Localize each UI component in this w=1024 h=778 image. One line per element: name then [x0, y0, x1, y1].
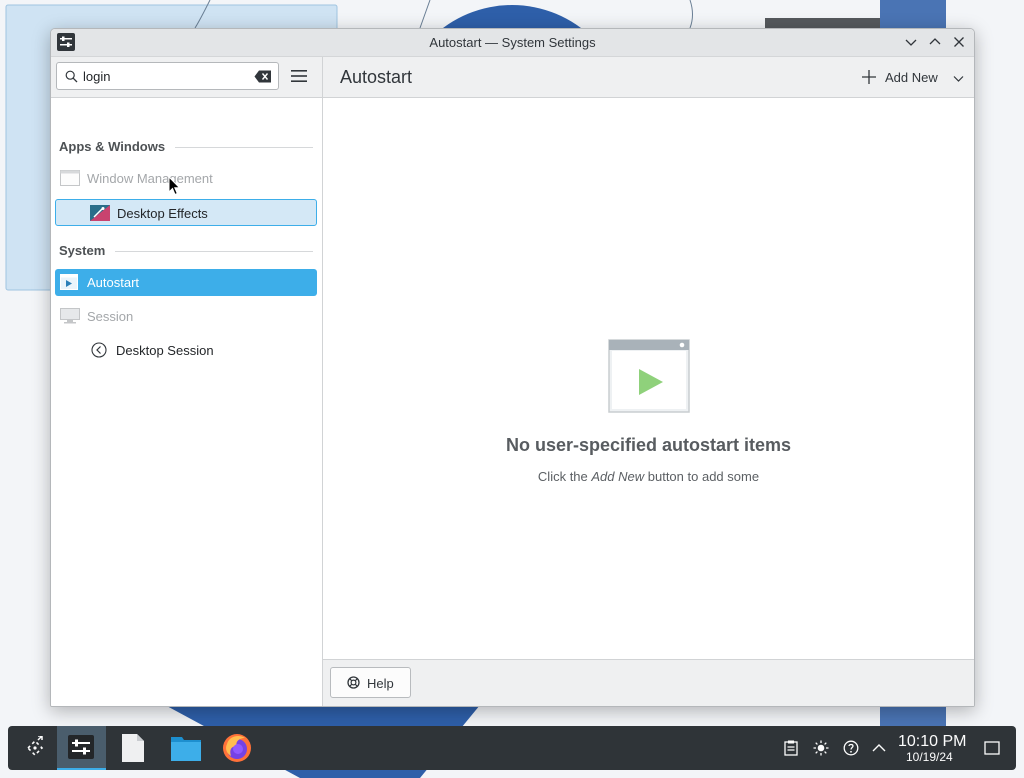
page-title: Autostart — [340, 67, 413, 87]
session-icon — [60, 308, 80, 324]
app-launcher-button[interactable] — [14, 726, 54, 770]
lifebuoy-icon — [347, 676, 360, 689]
section-divider — [175, 147, 313, 148]
brightness-icon[interactable] — [813, 740, 829, 756]
add-new-label: Add New — [885, 70, 938, 85]
sidebar-item-label: Window Management — [87, 171, 213, 186]
sidebar-item-desktop-session[interactable]: Desktop Session — [55, 337, 317, 364]
search-field[interactable] — [56, 62, 279, 90]
sidebar-item-desktop-effects[interactable]: Desktop Effects — [55, 199, 317, 226]
sidebar-item-label: Desktop Session — [116, 343, 214, 358]
taskbar-text-editor[interactable] — [112, 726, 152, 770]
firefox-icon — [223, 734, 251, 762]
section-header-apps-windows: Apps & Windows — [59, 139, 166, 154]
clock-date[interactable]: 10/19/24 — [906, 750, 953, 764]
minimize-button[interactable] — [903, 34, 919, 50]
add-new-button[interactable]: Add New — [858, 64, 964, 90]
expand-tray-icon[interactable] — [871, 740, 887, 756]
chevron-down-icon — [953, 72, 964, 83]
section-header-system: System — [59, 243, 106, 258]
help-button[interactable]: Help — [330, 667, 411, 698]
system-settings-icon — [68, 735, 94, 759]
empty-sub-before: Click the — [537, 469, 592, 484]
clock-time[interactable]: 10:10 PM — [898, 733, 966, 751]
text-editor-icon — [122, 734, 144, 762]
empty-sub-after: button to add some — [644, 469, 760, 484]
autostart-placeholder-icon — [608, 339, 690, 414]
taskbar-file-manager[interactable] — [166, 726, 206, 770]
desktop-effects-icon — [90, 205, 110, 221]
window-titlebar[interactable]: Autostart — System Settings — [51, 29, 974, 57]
clipboard-icon[interactable] — [783, 740, 799, 756]
empty-state-subtitle: Click the Add New button to add some — [323, 469, 974, 484]
window-title: Autostart — System Settings — [429, 35, 596, 50]
search-icon — [65, 70, 78, 83]
footer-bar: Help — [323, 659, 974, 706]
help-tray-icon[interactable] — [843, 740, 859, 756]
sidebar-item-label: Session — [87, 309, 134, 324]
main-content: Autostart Add New No user-specified auto… — [323, 57, 974, 706]
sidebar-item-window-management[interactable]: Window Management — [55, 165, 317, 192]
sidebar: Apps & Windows Window Management Desktop… — [51, 57, 323, 706]
sidebar-item-label: Autostart — [87, 275, 140, 290]
search-input[interactable] — [83, 67, 243, 85]
clear-search-icon[interactable] — [254, 70, 272, 83]
empty-state-title: No user-specified autostart items — [505, 435, 792, 455]
taskbar-firefox[interactable] — [218, 726, 258, 770]
sidebar-header — [51, 57, 322, 98]
maximize-button[interactable] — [927, 34, 943, 50]
taskbar-system-settings[interactable] — [57, 726, 106, 770]
main-header: Autostart Add New — [323, 57, 974, 98]
show-desktop-icon[interactable] — [984, 740, 1000, 756]
window-management-icon — [60, 170, 80, 186]
close-button[interactable] — [951, 34, 967, 50]
hamburger-menu-icon[interactable] — [290, 68, 308, 84]
file-manager-icon — [171, 737, 201, 761]
sidebar-item-autostart[interactable]: Autostart — [55, 269, 317, 296]
back-arrow-icon — [91, 342, 109, 358]
section-divider — [115, 251, 313, 252]
empty-sub-emphasis: Add New — [591, 469, 645, 484]
sidebar-item-session[interactable]: Session — [55, 303, 317, 330]
sidebar-item-label: Desktop Effects — [117, 206, 208, 221]
help-label: Help — [367, 676, 394, 691]
autostart-icon — [60, 274, 78, 290]
taskbar: 10:10 PM 10/19/24 — [8, 726, 1016, 770]
system-settings-window: Autostart — System Settings login Apps &… — [50, 28, 975, 707]
app-launcher-icon — [26, 736, 44, 757]
plus-icon — [862, 70, 876, 84]
